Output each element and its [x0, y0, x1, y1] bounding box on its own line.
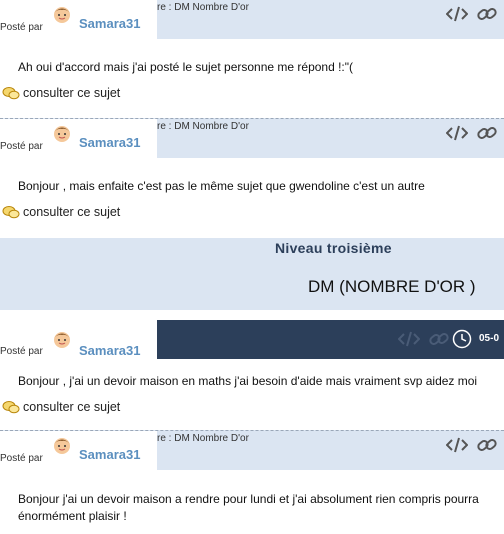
post-header: Posté par Samara31 05-0	[0, 320, 504, 359]
post-text-line-1: Bonjour j'ai un devoir maison a rendre p…	[18, 492, 479, 506]
link-icon[interactable]	[428, 330, 450, 348]
post-time: 05-0	[479, 333, 500, 344]
author-name[interactable]: Samara31	[79, 16, 140, 31]
post-text: Bonjour , j'ai un devoir maison en maths…	[18, 374, 478, 388]
code-icon[interactable]	[446, 436, 468, 454]
link-icon[interactable]	[476, 124, 498, 142]
code-icon[interactable]	[398, 330, 420, 348]
post-subject: re : DM Nombre D'or	[157, 433, 249, 444]
post-body: Bonjour j'ai un devoir maison a rendre p…	[0, 470, 504, 534]
consult-label: consulter ce sujet	[23, 86, 121, 100]
link-icon[interactable]	[476, 436, 498, 454]
header-icons	[398, 330, 450, 348]
header-icons	[446, 124, 498, 142]
post-header: Posté par Samara31 re : DM Nombre D'or	[0, 430, 504, 470]
post-subject: re : DM Nombre D'or	[157, 121, 249, 132]
author-name[interactable]: Samara31	[79, 343, 140, 358]
consult-label: consulter ce sujet	[23, 400, 121, 414]
author-box: Posté par Samara31	[0, 119, 157, 158]
bubble-icon	[2, 401, 20, 414]
post-text: Ah oui d'accord mais j'ai posté le sujet…	[18, 60, 354, 74]
post-header: Posté par Samara31 re : DM Nombre D'or	[0, 0, 504, 40]
posted-by-label: Posté par	[0, 141, 43, 152]
author-name[interactable]: Samara31	[79, 135, 140, 150]
author-box: Posté par Samara31	[0, 320, 157, 359]
bubble-icon	[2, 206, 20, 219]
avatar[interactable]	[52, 329, 72, 349]
author-name[interactable]: Samara31	[79, 447, 140, 462]
post-text: Bonjour , mais enfaite c'est pas le même…	[18, 179, 425, 193]
avatar[interactable]	[52, 435, 72, 455]
post-body: Bonjour , mais enfaite c'est pas le même…	[0, 158, 504, 230]
section-band: Niveau troisième DM (NOMBRE D'OR )	[0, 238, 504, 310]
bubble-icon	[2, 87, 20, 100]
consult-topic-link[interactable]: consulter ce sujet	[2, 86, 120, 100]
posted-by-label: Posté par	[0, 346, 43, 357]
header-icons	[446, 5, 498, 23]
section-topic[interactable]: DM (NOMBRE D'OR )	[308, 277, 476, 297]
post-header: Posté par Samara31 re : DM Nombre D'or	[0, 118, 504, 158]
code-icon[interactable]	[446, 5, 468, 23]
code-icon[interactable]	[446, 124, 468, 142]
post-subject: re : DM Nombre D'or	[157, 2, 249, 13]
post-body: Bonjour , j'ai un devoir maison en maths…	[0, 359, 504, 429]
clock-icon	[452, 329, 472, 349]
avatar[interactable]	[52, 4, 72, 24]
section-level: Niveau troisième	[275, 240, 392, 256]
avatar[interactable]	[52, 123, 72, 143]
consult-label: consulter ce sujet	[23, 205, 121, 219]
post-body: Ah oui d'accord mais j'ai posté le sujet…	[0, 39, 504, 108]
author-box: Posté par Samara31	[0, 0, 157, 40]
consult-topic-link[interactable]: consulter ce sujet	[2, 205, 120, 219]
author-box: Posté par Samara31	[0, 431, 157, 470]
posted-by-label: Posté par	[0, 22, 43, 33]
link-icon[interactable]	[476, 5, 498, 23]
post-text-line-2: énormément plaisir !	[18, 509, 127, 523]
posted-by-label: Posté par	[0, 453, 43, 464]
consult-topic-link[interactable]: consulter ce sujet	[2, 400, 120, 414]
header-icons	[446, 436, 498, 454]
